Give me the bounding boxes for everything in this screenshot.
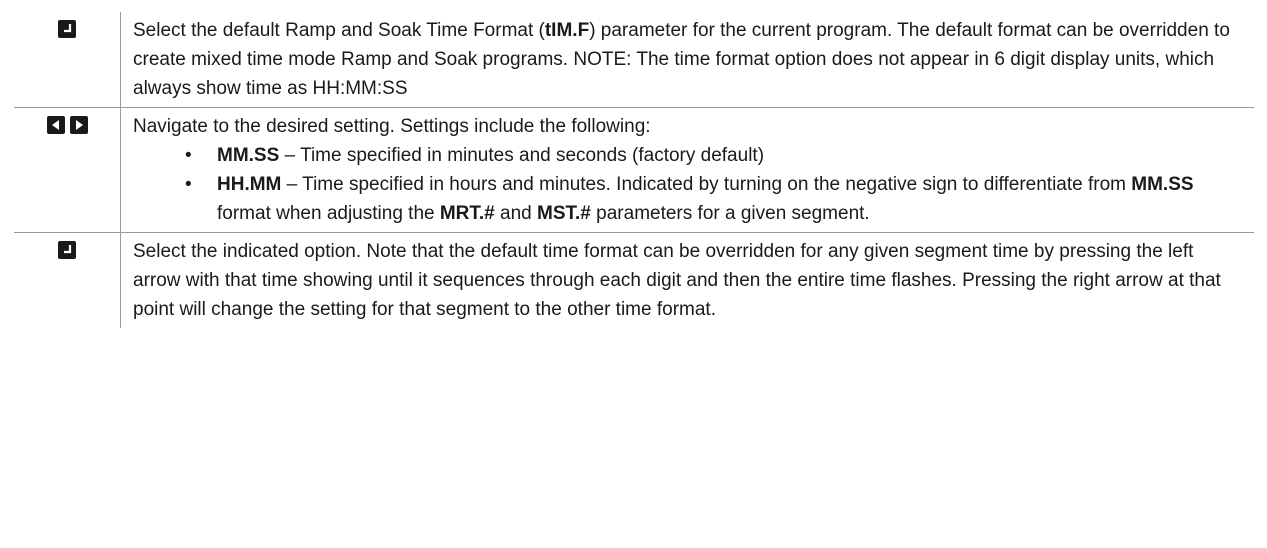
step-description: Navigate to the desired setting. Setting… bbox=[120, 107, 1254, 233]
step-description: Select the indicated option. Note that t… bbox=[121, 233, 1255, 329]
text-run: and bbox=[494, 203, 538, 224]
right-arrow-key-icon bbox=[69, 116, 88, 134]
step-description: Select the default Ramp and Soak Time Fo… bbox=[120, 12, 1254, 108]
bullet-icon: • bbox=[185, 174, 192, 195]
instruction-table: Select the default Ramp and Soak Time Fo… bbox=[14, 12, 1254, 328]
text-run: Select the indicated option. Note that t… bbox=[133, 241, 1221, 320]
section-heading-fragment bbox=[0, 0, 1267, 12]
table-row: Select the indicated option. Note that t… bbox=[14, 232, 1255, 329]
key-cell bbox=[14, 232, 121, 328]
setting-name: MM.SS bbox=[1131, 174, 1194, 195]
step-intro: Navigate to the desired setting. Setting… bbox=[133, 116, 651, 137]
text-run: – Time specified in hours and minutes. I… bbox=[281, 174, 1132, 195]
parameter-code: MRT.# bbox=[439, 203, 495, 224]
table-row: Navigate to the desired setting. Setting… bbox=[14, 107, 1254, 233]
table-row: Select the default Ramp and Soak Time Fo… bbox=[14, 12, 1254, 108]
key-cell bbox=[14, 12, 121, 108]
text-run: – Time specified in minutes and seconds … bbox=[279, 145, 765, 166]
left-arrow-key-icon bbox=[46, 116, 65, 134]
text-run: Select the default Ramp and Soak Time Fo… bbox=[133, 20, 545, 41]
setting-name: HH.MM bbox=[217, 174, 282, 195]
text-run: parameters for a given segment. bbox=[590, 203, 870, 224]
list-item: • MM.SS – Time specified in minutes and s… bbox=[185, 141, 1244, 170]
key-cell bbox=[14, 107, 121, 233]
bullet-icon: • bbox=[185, 145, 192, 166]
enter-key-icon bbox=[58, 241, 76, 259]
settings-list: • MM.SS – Time specified in minutes and s… bbox=[133, 141, 1244, 228]
text-run: format when adjusting the bbox=[217, 203, 440, 224]
parameter-code: tIM.F bbox=[544, 20, 590, 41]
setting-name: MM.SS bbox=[217, 145, 280, 166]
enter-key-icon bbox=[58, 20, 76, 38]
parameter-code: MST.# bbox=[537, 203, 591, 224]
list-item: • HH.MM – Time specified in hours and min… bbox=[185, 170, 1244, 228]
